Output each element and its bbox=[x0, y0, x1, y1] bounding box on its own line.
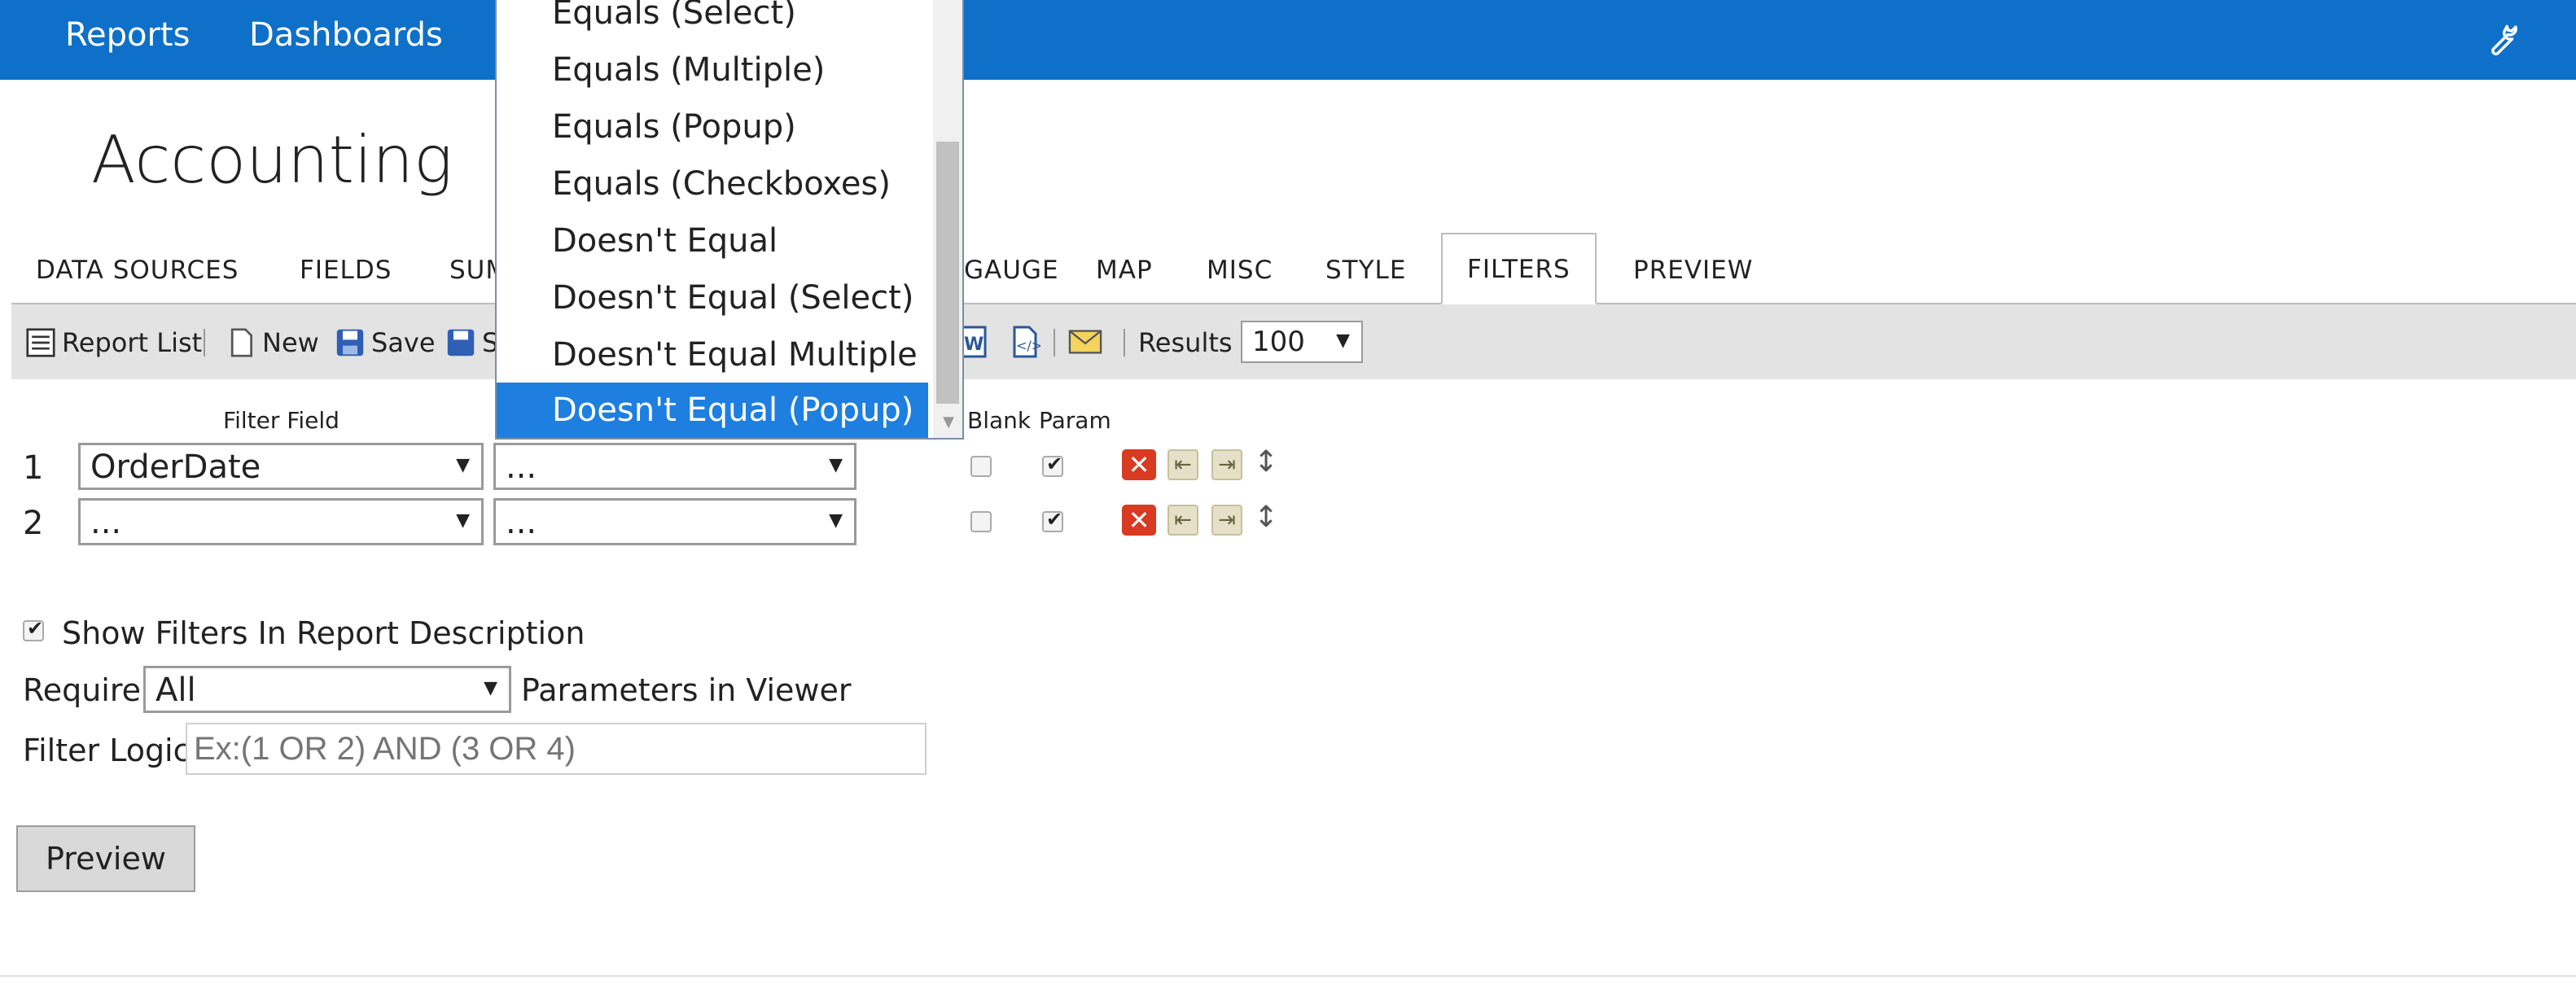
dropdown-option[interactable]: Equals (Popup) bbox=[497, 99, 928, 155]
tab-gauge[interactable]: GAUGE bbox=[964, 256, 1059, 285]
filter-row-number: 2 bbox=[23, 505, 44, 542]
filter-field-select[interactable]: ... ▼ bbox=[78, 498, 484, 545]
list-icon bbox=[26, 328, 55, 357]
require-select[interactable]: All ▼ bbox=[143, 666, 511, 713]
filter-operator-value: ... bbox=[506, 504, 537, 541]
filter-field-value: OrderDate bbox=[90, 448, 261, 486]
tab-style[interactable]: STYLE bbox=[1325, 256, 1406, 285]
dropdown-option-selected[interactable]: Doesn't Equal (Popup) bbox=[497, 383, 928, 438]
scroll-down-arrow-icon[interactable]: ▼ bbox=[943, 413, 954, 431]
new-document-icon bbox=[230, 328, 252, 357]
indent-left-icon[interactable]: ⇤ bbox=[1168, 449, 1198, 480]
scrollbar-thumb[interactable] bbox=[936, 142, 959, 404]
toolbar-separator bbox=[204, 329, 205, 357]
html-export-icon[interactable]: </> bbox=[1008, 326, 1040, 358]
blank-header: Blank bbox=[967, 407, 1032, 434]
results-value: 100 bbox=[1252, 326, 1305, 358]
chevron-down-icon: ▼ bbox=[456, 510, 470, 531]
svg-text:W: W bbox=[964, 335, 984, 355]
tab-preview[interactable]: PREVIEW bbox=[1633, 256, 1753, 285]
dropdown-option[interactable]: Doesn't Equal Multiple bbox=[497, 327, 928, 383]
tab-fields[interactable]: FIELDS bbox=[300, 256, 392, 285]
drag-handle-icon[interactable]: ↕ bbox=[1254, 448, 1278, 480]
email-icon[interactable] bbox=[1068, 327, 1102, 357]
save-label: Save bbox=[371, 327, 436, 358]
drag-handle-icon[interactable]: ↕ bbox=[1254, 503, 1278, 536]
new-button[interactable]: New bbox=[226, 327, 319, 358]
chevron-down-icon: ▼ bbox=[456, 455, 470, 475]
chevron-down-icon: ▼ bbox=[829, 510, 843, 531]
svg-text:</>: </> bbox=[1016, 338, 1040, 353]
new-label: New bbox=[262, 327, 319, 358]
chevron-down-icon: ▼ bbox=[1336, 330, 1350, 351]
floppy-disk-icon bbox=[447, 329, 475, 357]
wrench-icon[interactable] bbox=[2482, 21, 2519, 59]
top-navigation-bar: Reports Dashboards bbox=[0, 0, 2576, 80]
designer-tabs: DATA SOURCES FIELDS SUM GAUGE MAP MISC S… bbox=[11, 233, 2576, 304]
chevron-down-icon: ▼ bbox=[829, 455, 843, 475]
show-filters-label: Show Filters In Report Description bbox=[62, 615, 585, 651]
save-button[interactable]: Save bbox=[335, 327, 436, 358]
filter-operator-value: ... bbox=[506, 448, 537, 486]
blank-checkbox[interactable] bbox=[970, 511, 992, 532]
indent-left-icon[interactable]: ⇤ bbox=[1168, 505, 1198, 536]
report-list-button[interactable]: Report List bbox=[26, 327, 202, 358]
dropdown-option[interactable]: Equals (Multiple) bbox=[497, 42, 928, 98]
filter-operator-select[interactable]: ... ▼ bbox=[493, 498, 856, 545]
dropdown-option[interactable]: Doesn't Equal bbox=[497, 213, 928, 269]
nav-reports-link[interactable]: Reports bbox=[65, 16, 190, 54]
results-label: Results bbox=[1138, 327, 1233, 358]
filter-field-value: ... bbox=[90, 504, 122, 541]
indent-right-icon[interactable]: ⇥ bbox=[1211, 449, 1242, 480]
operator-dropdown-list[interactable]: Equals (Select) Equals (Multiple) Equals… bbox=[495, 0, 964, 440]
filter-logic-label: Filter Logic bbox=[23, 733, 191, 768]
save-as-button[interactable]: S bbox=[446, 327, 498, 358]
filter-logic-input[interactable] bbox=[186, 723, 927, 775]
tab-filters[interactable]: FILTERS bbox=[1441, 233, 1597, 304]
chevron-down-icon: ▼ bbox=[484, 678, 497, 698]
tab-misc[interactable]: MISC bbox=[1207, 256, 1273, 285]
param-checkbox[interactable] bbox=[1042, 453, 1063, 477]
toolbar-separator bbox=[1054, 329, 1055, 357]
param-header: Param bbox=[1039, 407, 1111, 434]
delete-filter-icon[interactable]: ✕ bbox=[1122, 449, 1156, 480]
page-title: Accounting bbox=[91, 122, 453, 198]
dropdown-option[interactable]: Doesn't Equal (Select) bbox=[497, 270, 928, 326]
require-label: Require bbox=[23, 672, 142, 708]
blank-checkbox[interactable] bbox=[970, 456, 992, 477]
report-list-label: Report List bbox=[62, 327, 203, 358]
tab-data-sources[interactable]: DATA SOURCES bbox=[36, 256, 239, 285]
divider bbox=[0, 975, 2576, 977]
filter-field-select[interactable]: OrderDate ▼ bbox=[78, 443, 484, 490]
floppy-disk-icon bbox=[336, 329, 364, 357]
parameters-in-viewer-label: Parameters in Viewer bbox=[521, 672, 852, 708]
filter-row-number: 1 bbox=[23, 449, 44, 487]
report-toolbar: Report List New Save S W </> Results 100… bbox=[11, 304, 2576, 379]
require-value: All bbox=[156, 671, 196, 709]
filter-field-header: Filter Field bbox=[223, 407, 340, 434]
preview-button[interactable]: Preview bbox=[16, 825, 195, 892]
tab-map[interactable]: MAP bbox=[1096, 256, 1153, 285]
filter-operator-select[interactable]: ... ▼ bbox=[493, 443, 856, 490]
dropdown-scrollbar[interactable]: ▼ bbox=[933, 0, 962, 438]
show-filters-checkbox[interactable] bbox=[23, 617, 44, 641]
param-checkbox[interactable] bbox=[1042, 508, 1063, 532]
results-select[interactable]: 100 ▼ bbox=[1241, 321, 1363, 363]
nav-dashboards-link[interactable]: Dashboards bbox=[249, 16, 443, 54]
dropdown-option[interactable]: Equals (Checkboxes) bbox=[497, 156, 928, 212]
toolbar-separator bbox=[1124, 329, 1125, 357]
dropdown-option[interactable]: Equals (Select) bbox=[497, 0, 928, 41]
indent-right-icon[interactable]: ⇥ bbox=[1211, 505, 1242, 536]
delete-filter-icon[interactable]: ✕ bbox=[1122, 505, 1156, 536]
